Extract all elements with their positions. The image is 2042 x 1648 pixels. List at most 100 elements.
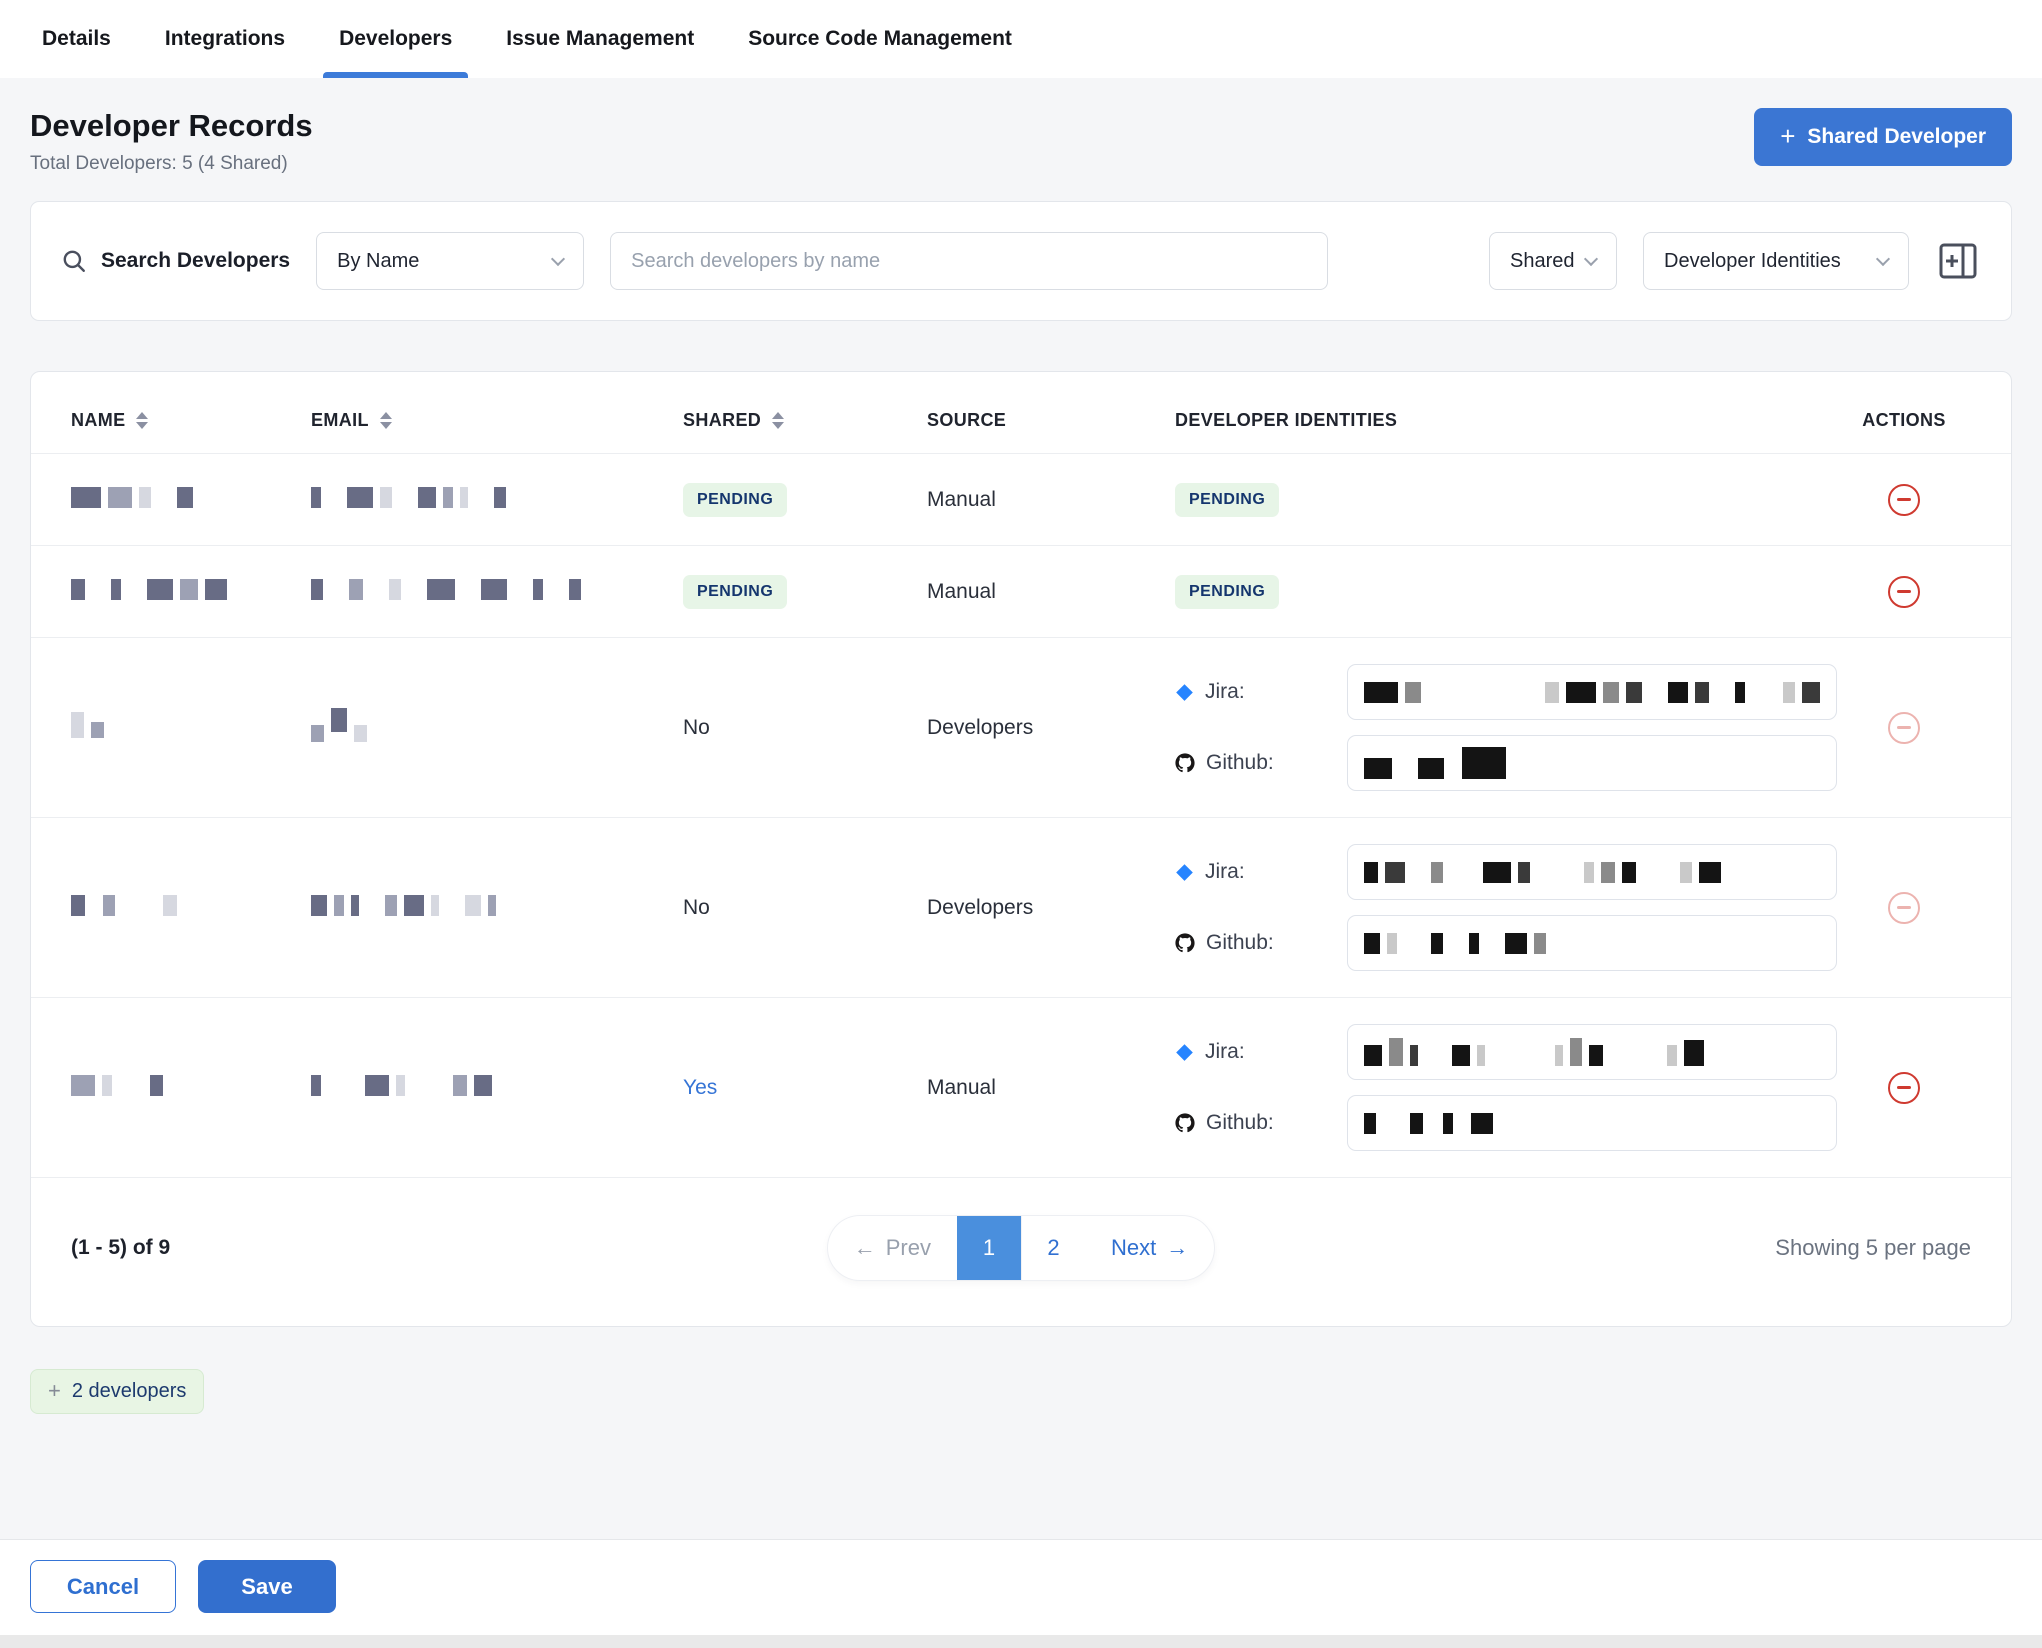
pagination-range: (1 - 5) of 9 <box>71 1236 828 1260</box>
chevron-down-icon <box>1584 251 1598 265</box>
developer-identities-filter-value: Developer Identities <box>1664 250 1841 273</box>
developer-identities: Jira: Github: <box>1175 844 1837 971</box>
source-value: Manual <box>927 580 1175 604</box>
save-button[interactable]: Save <box>198 1560 336 1613</box>
jira-identity-row: Jira: <box>1175 664 1837 720</box>
page-1-button[interactable]: 1 <box>957 1216 1021 1280</box>
shared-filter-value: Shared <box>1510 250 1575 273</box>
tab-integrations[interactable]: Integrations <box>165 0 285 78</box>
add-shared-developer-button[interactable]: Shared Developer <box>1754 108 2012 166</box>
jira-identity-value[interactable] <box>1347 664 1837 720</box>
table-row: Yes Manual Jira: <box>31 997 2011 1177</box>
main-content: Developer Records Total Developers: 5 (4… <box>0 78 2042 1539</box>
column-header-email[interactable]: EMAIL <box>311 410 683 431</box>
add-developers-chip[interactable]: 2 developers <box>30 1369 204 1414</box>
jira-identity-row: Jira: <box>1175 1024 1837 1080</box>
sort-icon[interactable] <box>380 412 392 429</box>
table-header-row: NAME EMAIL SHARED SOURCE DEVELOPER IDENT… <box>31 372 2011 453</box>
column-header-shared[interactable]: SHARED <box>683 410 927 431</box>
chevron-down-icon <box>1876 251 1890 265</box>
developer-name-redacted <box>71 579 311 605</box>
sort-icon[interactable] <box>772 412 784 429</box>
remove-developer-button[interactable] <box>1888 892 1920 924</box>
plus-icon <box>1780 123 1795 151</box>
search-developers-label: Search Developers <box>101 249 290 273</box>
shared-value: No <box>683 896 927 920</box>
github-label: Github: <box>1206 931 1274 955</box>
page-header-text: Developer Records Total Developers: 5 (4… <box>30 108 313 175</box>
remove-developer-button[interactable] <box>1888 484 1920 516</box>
bottom-strip <box>0 1635 2042 1648</box>
shared-status-badge: PENDING <box>683 483 787 517</box>
jira-identity-value[interactable] <box>1347 1024 1837 1080</box>
github-icon <box>1175 753 1195 773</box>
page-2-button[interactable]: 2 <box>1021 1216 1085 1280</box>
sort-icon[interactable] <box>136 412 148 429</box>
source-value: Manual <box>927 488 1175 512</box>
github-identity-value[interactable] <box>1347 735 1837 791</box>
jira-label: Jira: <box>1205 1040 1245 1064</box>
column-header-name[interactable]: NAME <box>71 410 311 431</box>
pagination-row: (1 - 5) of 9 Prev 1 2 Next Showing 5 per… <box>31 1177 2011 1326</box>
page-header: Developer Records Total Developers: 5 (4… <box>30 108 2012 175</box>
add-column-panel-button[interactable] <box>1935 239 1981 283</box>
page-title: Developer Records <box>30 108 313 144</box>
source-value: Developers <box>927 716 1175 740</box>
developer-email-redacted <box>311 708 683 747</box>
tab-developers[interactable]: Developers <box>339 0 452 78</box>
remove-developer-button[interactable] <box>1888 1072 1920 1104</box>
developer-name-redacted <box>71 1075 311 1101</box>
table-row: PENDING Manual PENDING <box>31 453 2011 545</box>
column-header-source: SOURCE <box>927 410 1175 431</box>
developers-table: NAME EMAIL SHARED SOURCE DEVELOPER IDENT… <box>30 371 2012 1327</box>
prev-page-button[interactable]: Prev <box>828 1216 957 1280</box>
add-shared-developer-label: Shared Developer <box>1807 125 1986 149</box>
jira-identity-value[interactable] <box>1347 844 1837 900</box>
tab-source-code-management[interactable]: Source Code Management <box>748 0 1012 78</box>
jira-label: Jira: <box>1205 680 1245 704</box>
next-page-button[interactable]: Next <box>1085 1216 1214 1280</box>
github-identity-row: Github: <box>1175 915 1837 971</box>
github-identity-value[interactable] <box>1347 1095 1837 1151</box>
footer: Cancel Save <box>0 1539 2042 1635</box>
jira-identity-row: Jira: <box>1175 844 1837 900</box>
github-icon <box>1175 1113 1195 1133</box>
developer-email-redacted <box>311 487 683 513</box>
column-header-actions: ACTIONS <box>1862 410 1946 431</box>
source-value: Developers <box>927 896 1175 920</box>
search-by-value: By Name <box>337 250 419 273</box>
panel-plus-icon <box>1939 243 1977 279</box>
arrow-left-icon <box>854 1235 876 1261</box>
pager: Prev 1 2 Next <box>828 1216 1215 1280</box>
remove-developer-button[interactable] <box>1888 712 1920 744</box>
table-row: PENDING Manual PENDING <box>31 545 2011 637</box>
jira-icon <box>1175 863 1194 882</box>
search-by-dropdown[interactable]: By Name <box>316 232 584 290</box>
search-icon <box>61 248 87 274</box>
identities-pending-badge: PENDING <box>1175 483 1279 517</box>
developer-identities-filter-dropdown[interactable]: Developer Identities <box>1643 232 1909 290</box>
jira-label: Jira: <box>1205 860 1245 884</box>
developer-identities: Jira: Github: <box>1175 1024 1837 1151</box>
search-input[interactable] <box>610 232 1328 290</box>
shared-filter-dropdown[interactable]: Shared <box>1489 232 1617 290</box>
remove-developer-button[interactable] <box>1888 576 1920 608</box>
developer-email-redacted <box>311 1075 683 1101</box>
table-row: No Developers Jira: <box>31 817 2011 997</box>
developer-email-redacted <box>311 895 683 921</box>
tab-issue-management[interactable]: Issue Management <box>506 0 694 78</box>
shared-value-link[interactable]: Yes <box>683 1076 927 1100</box>
github-identity-row: Github: <box>1175 735 1837 791</box>
developer-name-redacted <box>71 895 311 921</box>
github-identity-row: Github: <box>1175 1095 1837 1151</box>
tab-details[interactable]: Details <box>42 0 111 78</box>
jira-icon <box>1175 683 1194 702</box>
developer-name-redacted <box>71 712 311 743</box>
github-identity-value[interactable] <box>1347 915 1837 971</box>
identities-pending-badge: PENDING <box>1175 575 1279 609</box>
source-value: Manual <box>927 1076 1175 1100</box>
github-label: Github: <box>1206 751 1274 775</box>
footer-buttons: Cancel Save <box>30 1560 2012 1635</box>
search-filter-panel: Search Developers By Name Shared Develop… <box>30 201 2012 321</box>
cancel-button[interactable]: Cancel <box>30 1560 176 1613</box>
